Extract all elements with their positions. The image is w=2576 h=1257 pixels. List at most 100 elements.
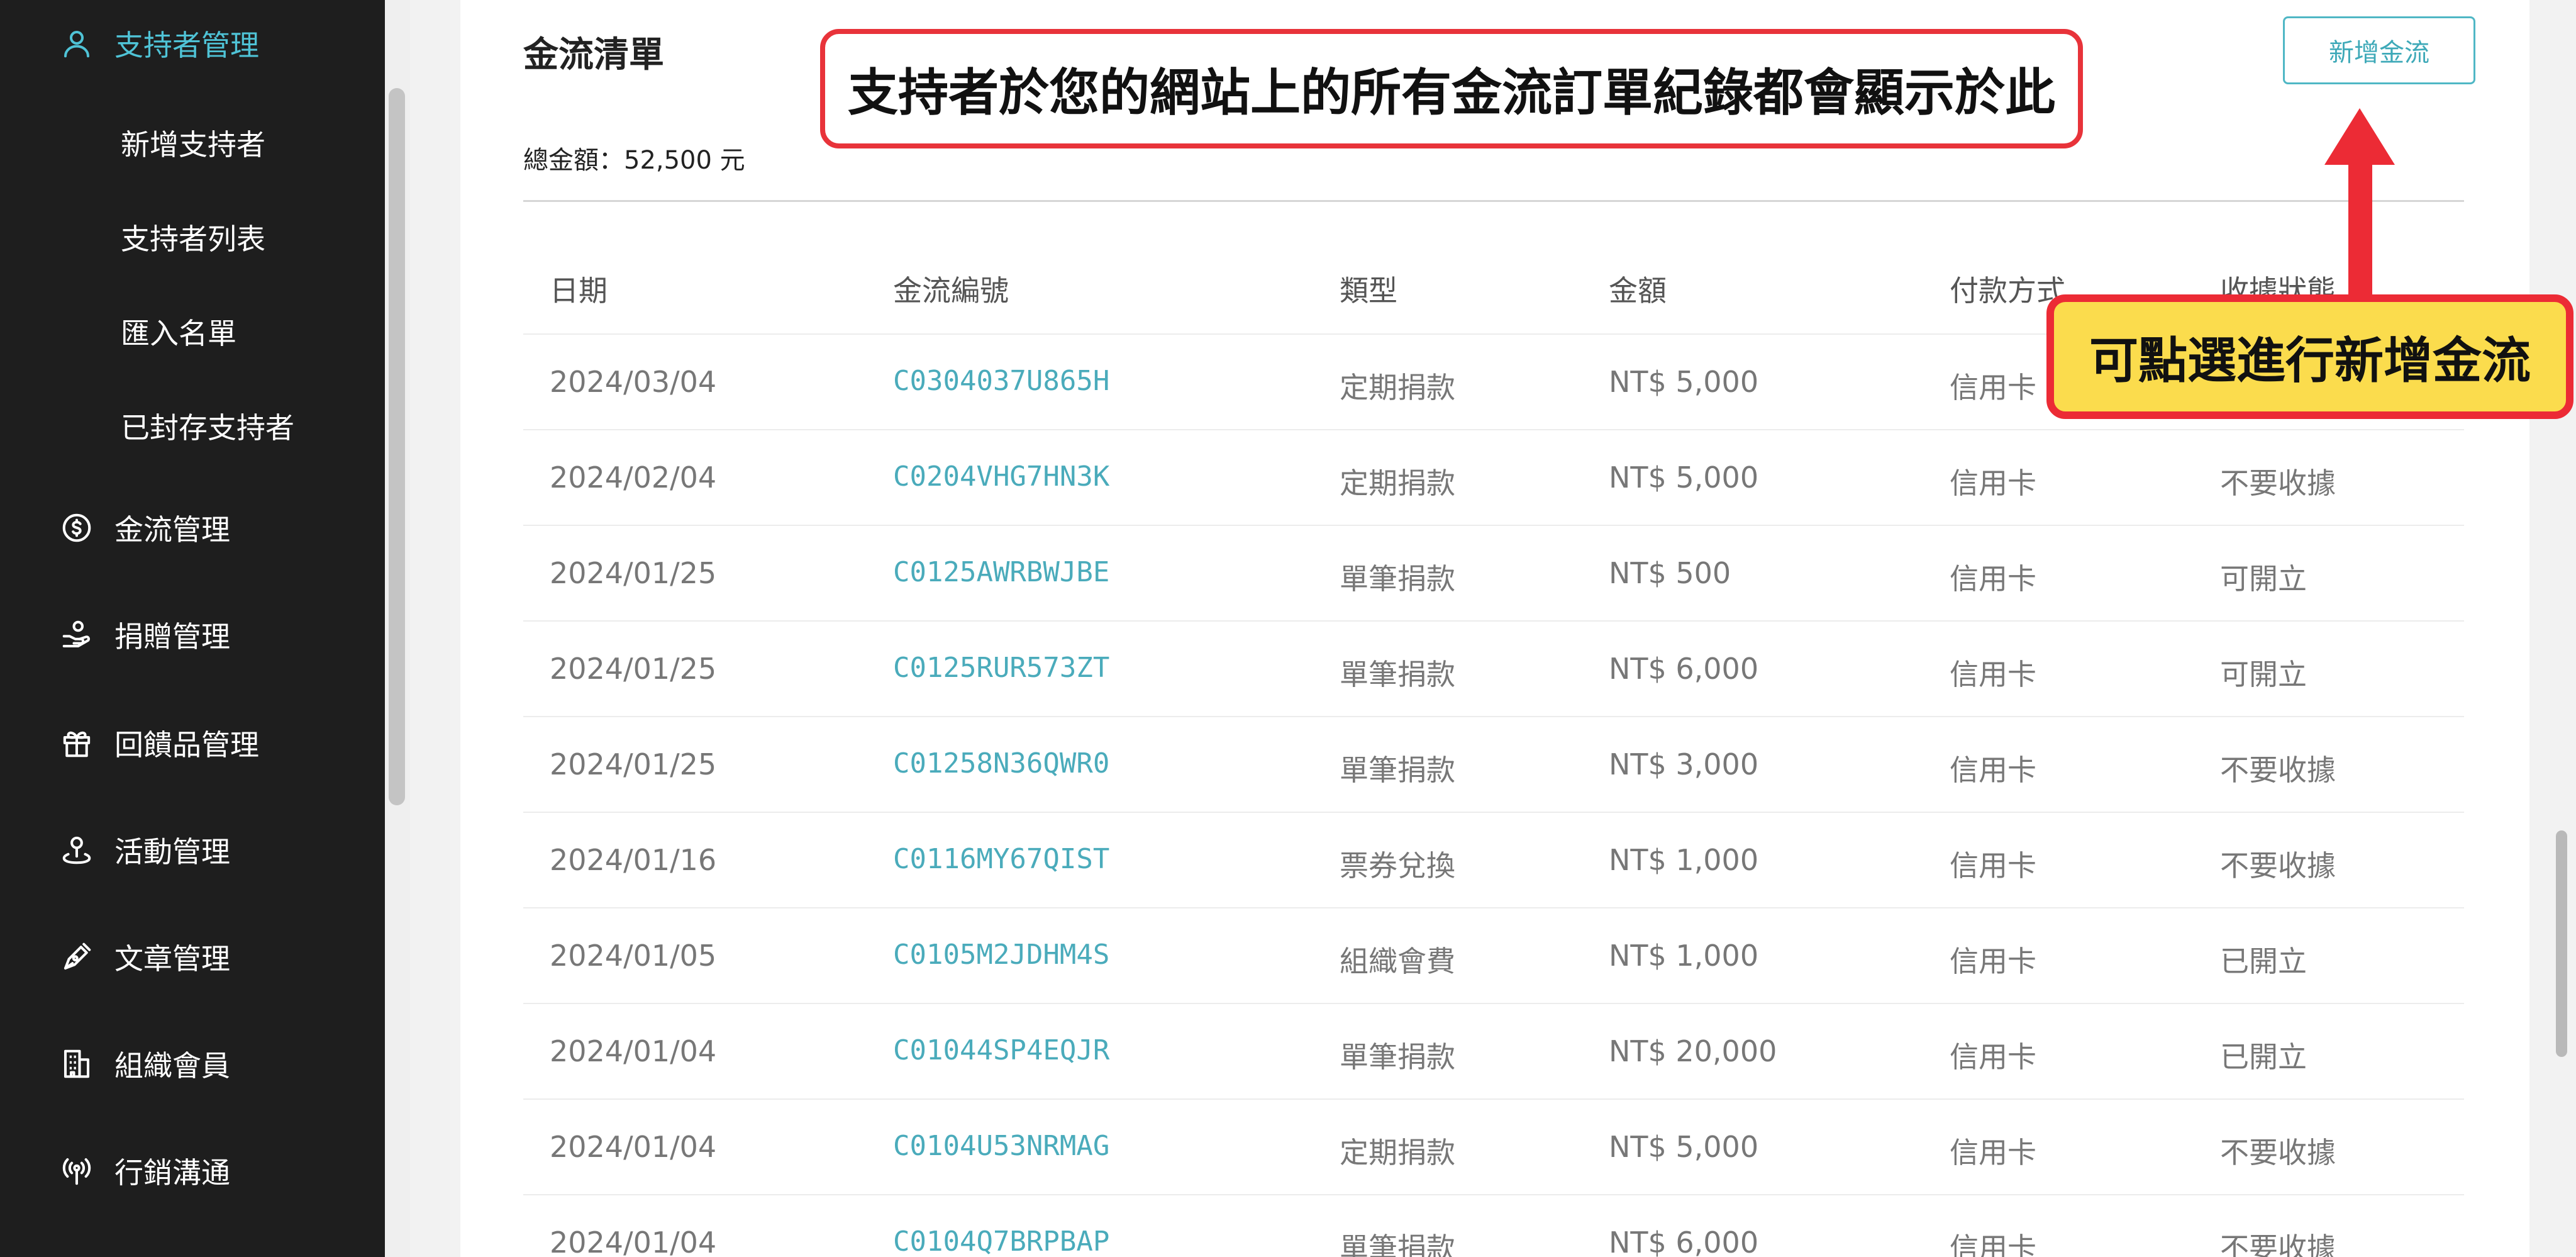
table-row-divider bbox=[523, 907, 2464, 908]
cell-date: 2024/01/05 bbox=[550, 939, 717, 973]
cell-date: 2024/01/25 bbox=[550, 556, 717, 590]
main-content-card bbox=[460, 0, 2529, 1257]
table-row-divider bbox=[523, 1194, 2464, 1195]
sidebar-item-rewards[interactable]: 回饋品管理 bbox=[0, 708, 385, 778]
cell-type: 單筆捐款 bbox=[1340, 753, 1455, 787]
cell-amount: NT$ 3,000 bbox=[1609, 747, 1759, 781]
page: 支持者管理 新增支持者 支持者列表 匯入名單 已封存支持者 金流管理 捐贈管理 … bbox=[0, 0, 2576, 1257]
dollar-circle-icon bbox=[59, 510, 94, 545]
cell-type: 組織會費 bbox=[1340, 944, 1455, 978]
broadcast-icon bbox=[59, 1153, 94, 1188]
table-row-divider bbox=[523, 1098, 2464, 1100]
cell-date: 2024/03/04 bbox=[550, 365, 717, 399]
cell-date: 2024/01/04 bbox=[550, 1226, 717, 1257]
sidebar-subitem-archived-supporters[interactable]: 已封存支持者 bbox=[0, 391, 385, 461]
cell-payment-method: 信用卡 bbox=[1950, 466, 2036, 500]
column-header-payment[interactable]: 付款方式 bbox=[1950, 268, 2065, 310]
cell-receipt-status: 可開立 bbox=[2220, 657, 2307, 691]
cell-type: 單筆捐款 bbox=[1340, 1231, 1455, 1257]
sidebar-item-marketing[interactable]: 行銷溝通 bbox=[0, 1136, 385, 1205]
cell-payment-code-link[interactable]: C0125AWRBWJBE bbox=[893, 556, 1109, 588]
cell-date: 2024/01/04 bbox=[550, 1034, 717, 1068]
cell-date: 2024/01/04 bbox=[550, 1130, 717, 1164]
sidebar: 支持者管理 新增支持者 支持者列表 匯入名單 已封存支持者 金流管理 捐贈管理 … bbox=[0, 0, 385, 1257]
gift-icon bbox=[59, 725, 94, 761]
cell-amount: NT$ 20,000 bbox=[1609, 1034, 1777, 1068]
annotation-text: 支持者於您的網站上的所有金流訂單紀錄都會顯示於此 bbox=[848, 64, 2055, 122]
sidebar-item-label: 活動管理 bbox=[114, 835, 230, 869]
sidebar-item-label: 支持者管理 bbox=[114, 28, 259, 62]
sidebar-subitem-label: 已封存支持者 bbox=[121, 411, 294, 445]
add-payment-button[interactable]: 新增金流 bbox=[2283, 16, 2475, 84]
table-row-divider bbox=[523, 812, 2464, 813]
column-header-code[interactable]: 金流編號 bbox=[893, 268, 1009, 310]
page-title: 金流清單 bbox=[523, 35, 664, 75]
cell-type: 定期捐款 bbox=[1340, 1136, 1455, 1170]
header-divider bbox=[523, 200, 2464, 202]
table-row-divider bbox=[523, 1003, 2464, 1004]
sidebar-subitem-supporter-list[interactable]: 支持者列表 bbox=[0, 203, 385, 272]
sidebar-subitem-label: 新增支持者 bbox=[121, 128, 265, 162]
annotation-callout-add-button: 可點選進行新增金流 bbox=[2046, 294, 2573, 419]
cell-payment-code-link[interactable]: C0104Q7BRPBAP bbox=[893, 1226, 1109, 1257]
sidebar-item-org-members[interactable]: 組織會員 bbox=[0, 1029, 385, 1098]
cell-payment-code-link[interactable]: C0105M2JDHM4S bbox=[893, 939, 1109, 971]
sidebar-subitem-label: 匯入名單 bbox=[121, 316, 236, 350]
sidebar-scrollbar-thumb[interactable] bbox=[389, 88, 405, 805]
column-header-amount[interactable]: 金額 bbox=[1609, 268, 1667, 310]
sidebar-item-articles[interactable]: 文章管理 bbox=[0, 922, 385, 992]
main-scrollbar-thumb[interactable] bbox=[2556, 830, 2567, 1057]
sidebar-subitem-import-list[interactable]: 匯入名單 bbox=[0, 297, 385, 366]
cell-payment-code-link[interactable]: C0125RUR573ZT bbox=[893, 652, 1109, 684]
sidebar-item-payments[interactable]: 金流管理 bbox=[0, 493, 385, 562]
cell-receipt-status: 可開立 bbox=[2220, 562, 2307, 596]
sidebar-item-label: 組織會員 bbox=[114, 1049, 230, 1083]
cell-payment-code-link[interactable]: C0116MY67QIST bbox=[893, 843, 1109, 875]
cell-receipt-status: 不要收據 bbox=[2220, 1231, 2336, 1257]
sidebar-item-label: 回饋品管理 bbox=[114, 728, 259, 762]
cell-amount: NT$ 5,000 bbox=[1609, 365, 1759, 399]
cell-date: 2024/01/25 bbox=[550, 652, 717, 686]
cell-payment-method: 信用卡 bbox=[1950, 371, 2036, 405]
cell-type: 票券兌換 bbox=[1340, 849, 1455, 883]
sidebar-item-events[interactable]: 活動管理 bbox=[0, 815, 385, 885]
event-pin-icon bbox=[59, 832, 94, 868]
column-header-date[interactable]: 日期 bbox=[550, 268, 608, 310]
cell-type: 單筆捐款 bbox=[1340, 657, 1455, 691]
sidebar-subitem-add-supporter[interactable]: 新增支持者 bbox=[0, 108, 385, 177]
sidebar-subitem-label: 支持者列表 bbox=[121, 222, 265, 256]
cell-receipt-status: 已開立 bbox=[2220, 944, 2307, 978]
cell-receipt-status: 不要收據 bbox=[2220, 753, 2336, 787]
donation-hand-icon bbox=[59, 617, 94, 652]
sidebar-item-label: 行銷溝通 bbox=[114, 1156, 230, 1190]
cell-amount: NT$ 6,000 bbox=[1609, 1226, 1759, 1257]
cell-payment-code-link[interactable]: C0104U53NRMAG bbox=[893, 1130, 1109, 1162]
sidebar-item-donations[interactable]: 捐贈管理 bbox=[0, 600, 385, 669]
cell-payment-method: 信用卡 bbox=[1950, 562, 2036, 596]
cell-amount: NT$ 5,000 bbox=[1609, 1130, 1759, 1164]
cell-payment-code-link[interactable]: C0204VHG7HN3K bbox=[893, 461, 1109, 493]
cell-payment-method: 信用卡 bbox=[1950, 1136, 2036, 1170]
cell-amount: NT$ 6,000 bbox=[1609, 652, 1759, 686]
table-row-divider bbox=[523, 620, 2464, 622]
cell-payment-method: 信用卡 bbox=[1950, 849, 2036, 883]
column-header-type[interactable]: 類型 bbox=[1340, 268, 1397, 310]
pen-icon bbox=[59, 939, 94, 975]
cell-amount: NT$ 1,000 bbox=[1609, 939, 1759, 973]
table-row-divider bbox=[523, 429, 2464, 430]
cell-payment-code-link[interactable]: C01044SP4EQJR bbox=[893, 1034, 1109, 1066]
cell-receipt-status: 不要收據 bbox=[2220, 466, 2336, 500]
user-icon bbox=[59, 26, 94, 61]
cell-payment-code-link[interactable]: C01258N36QWR0 bbox=[893, 747, 1109, 779]
cell-type: 定期捐款 bbox=[1340, 371, 1455, 405]
sidebar-item-supporters[interactable]: 支持者管理 bbox=[0, 9, 385, 78]
cell-amount: NT$ 1,000 bbox=[1609, 843, 1759, 877]
cell-date: 2024/02/04 bbox=[550, 461, 717, 494]
sidebar-item-label: 文章管理 bbox=[114, 942, 230, 976]
sidebar-item-label: 捐贈管理 bbox=[114, 620, 230, 654]
cell-payment-code-link[interactable]: C0304037U865H bbox=[893, 365, 1109, 397]
cell-payment-method: 信用卡 bbox=[1950, 944, 2036, 978]
sidebar-item-label: 金流管理 bbox=[114, 513, 230, 547]
building-icon bbox=[59, 1046, 94, 1081]
cell-receipt-status: 已開立 bbox=[2220, 1040, 2307, 1074]
